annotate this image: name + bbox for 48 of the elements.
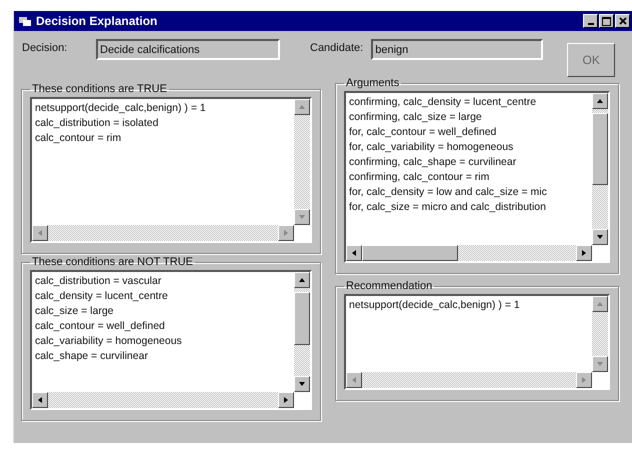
arrow-right-icon[interactable] — [282, 396, 290, 404]
group-title: Recommendation — [345, 280, 434, 292]
candidate-label: Candidate: — [310, 42, 364, 54]
list-item[interactable]: for, calc_contour = well_defined — [349, 125, 589, 140]
list-item[interactable]: calc_distribution = isolated — [35, 116, 291, 131]
list-item[interactable]: confirming, calc_contour = rim — [349, 170, 589, 185]
arrow-down-icon[interactable] — [596, 233, 604, 241]
app-icon — [18, 15, 32, 27]
list-item[interactable]: confirming, calc_shape = curvilinear — [349, 155, 589, 170]
close-icon — [618, 17, 626, 25]
list-item[interactable]: calc_distribution = vascular — [35, 274, 291, 289]
list-item[interactable]: for, calc_density = low and calc_size = mic — [349, 185, 589, 200]
list-item[interactable]: calc_density = lucent_centre — [35, 289, 291, 304]
horizontal-scrollbar[interactable] — [32, 392, 294, 408]
arrow-up-icon[interactable] — [298, 276, 306, 284]
arrow-down-icon[interactable] — [298, 380, 306, 388]
list-item[interactable]: calc_contour = well_defined — [35, 319, 291, 334]
list-item[interactable]: calc_shape = curvilinear — [35, 349, 291, 364]
close-button[interactable] — [615, 14, 630, 28]
list-item[interactable]: netsupport(decide_calc,benign) ) = 1 — [35, 101, 291, 116]
decision-field[interactable]: Decide calcifications — [96, 39, 280, 60]
list-box[interactable]: netsupport(decide_calc,benign) ) = 1 — [344, 294, 610, 390]
list-item[interactable]: confirming, calc_size = large — [349, 110, 589, 125]
list-item[interactable]: calc_size = large — [35, 304, 291, 319]
list-item[interactable]: for, calc_size = micro and calc_distribution — [349, 200, 589, 215]
decision-label: Decision: — [22, 42, 68, 54]
list-item[interactable]: netsupport(decide_calc,benign) ) = 1 — [349, 298, 589, 313]
list-item[interactable]: calc_variability = homogeneous — [35, 334, 291, 349]
vertical-scrollbar[interactable] — [592, 93, 608, 245]
list-box[interactable]: calc_distribution = vascular calc_density = lucent_centre calc_size = large calc_contour = well_defined calc_variability = homogeneous calc_shape = curvilinear — [30, 270, 312, 410]
candidate-field[interactable]: benign — [371, 39, 544, 60]
maximize-button[interactable] — [599, 14, 614, 28]
group-title: These conditions are TRUE — [31, 83, 168, 95]
group-title: These conditions are NOT TRUE — [31, 256, 194, 268]
arrow-left-icon[interactable] — [350, 249, 358, 257]
minimize-button[interactable] — [583, 14, 598, 28]
vertical-scrollbar[interactable] — [294, 272, 310, 392]
window-title: Decision Explanation — [36, 14, 158, 28]
arrow-left-icon[interactable] — [36, 396, 44, 404]
list-item[interactable]: calc_contour = rim — [35, 131, 291, 146]
list-box[interactable]: netsupport(decide_calc,benign) ) = 1 calc_distribution = isolated calc_contour = rim — [30, 97, 312, 243]
horizontal-scrollbar[interactable] — [346, 245, 592, 261]
arrow-up-icon[interactable] — [596, 97, 604, 105]
list-item[interactable]: confirming, calc_density = lucent_centre — [349, 95, 589, 110]
list-item[interactable]: for, calc_variability = homogeneous — [349, 140, 589, 155]
list-box[interactable] — [344, 91, 610, 263]
group-title: Arguments — [345, 77, 400, 89]
arrow-right-icon[interactable] — [580, 249, 588, 257]
